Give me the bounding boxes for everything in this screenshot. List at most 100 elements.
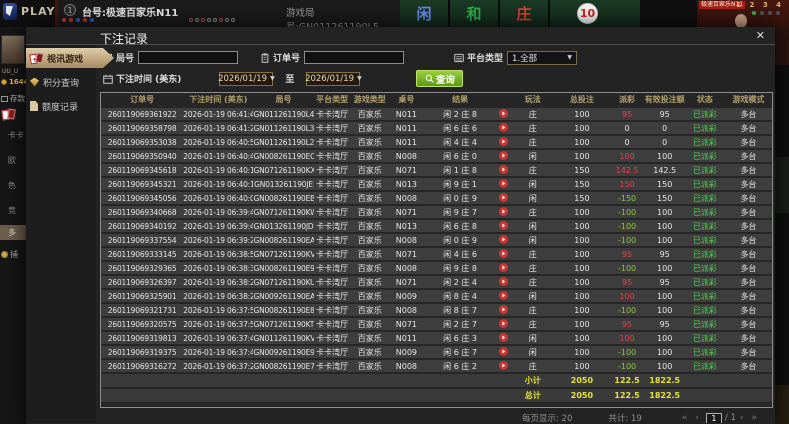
bet-records-table: 订单号 下注时间 (美东) 局号 平台类型 游戏类型 桌号 结果 玩法 总投注 派彩 有效投注额 状态… <box>100 92 773 408</box>
cell-time: 2026-01-19 06:40:10 <box>183 179 254 189</box>
gem-icon <box>30 77 39 87</box>
play-video-icon[interactable] <box>499 360 509 370</box>
close-icon[interactable]: ✕ <box>756 29 765 42</box>
cell-round: GN011261190L4 <box>253 109 314 119</box>
page-number-input[interactable]: 1 <box>705 412 722 423</box>
cell-status: 已派彩 <box>692 263 717 273</box>
cell-game: 百家乐 <box>357 361 382 371</box>
play-video-icon[interactable] <box>499 136 509 146</box>
cell-play <box>496 332 511 344</box>
cell-valid: 1822.5 <box>649 391 681 400</box>
cell-valid: 100 <box>657 151 673 161</box>
cell-payout: 0 <box>624 123 630 133</box>
cell-payout: 95 <box>621 277 633 287</box>
last-page-button[interactable]: » <box>751 413 757 423</box>
play-video-icon[interactable] <box>499 234 509 244</box>
cell-status: 已派彩 <box>692 319 717 329</box>
cell-valid: 100 <box>657 291 673 301</box>
user-avatar[interactable] <box>1 35 25 64</box>
cell-status: 已派彩 <box>692 347 717 357</box>
cell-total: 100 <box>574 263 590 273</box>
play-video-icon[interactable] <box>499 164 509 174</box>
cell-round: GN008261190E9 <box>253 263 314 273</box>
lobby-menu-sports[interactable]: 竞 <box>8 205 16 216</box>
deposit-button[interactable]: 存款 <box>1 93 25 104</box>
cell-mode: 多台 <box>740 221 757 231</box>
header-round: 局号 <box>275 95 292 104</box>
lobby-menu-kaka[interactable]: 卡卡 <box>8 130 24 141</box>
search-button[interactable]: 查询 <box>416 70 464 87</box>
playace-logo-icon <box>3 3 17 20</box>
table-row: 260119069353038 2026-01-19 06:40:54 GN0112… <box>101 136 772 148</box>
dealer-avatar <box>735 14 747 28</box>
table-header: 订单号 下注时间 (美东) 局号 平台类型 游戏类型 桌号 结果 玩法 总投注 派彩 有效投注额 状态… <box>101 93 772 106</box>
cell-result: 闲 1 庄 8 <box>443 165 477 175</box>
date-from-select[interactable]: 2026/01/19 ▼ <box>218 71 275 86</box>
sidebar-item-quota-records[interactable]: 额度记录 <box>26 96 96 116</box>
cell-status: 已派彩 <box>692 179 717 189</box>
cards-icon <box>30 52 43 65</box>
date-to-select[interactable]: 2026/01/19 ▼ <box>305 71 362 86</box>
cell-result: 闲 6 庄 8 <box>443 221 477 231</box>
play-video-icon[interactable] <box>499 290 509 300</box>
cell-total: 100 <box>574 109 590 119</box>
cell-result: 闲 9 庄 7 <box>443 207 477 217</box>
cell-result: 闲 2 庄 4 <box>443 277 477 287</box>
play-video-icon[interactable] <box>499 122 509 132</box>
play-video-icon[interactable] <box>499 304 509 314</box>
next-page-button[interactable]: › <box>740 413 744 423</box>
play-video-icon[interactable] <box>499 108 509 118</box>
cell-order: 260119069353038 <box>107 137 177 147</box>
cell-result: 闲 6 庄 0 <box>443 151 477 161</box>
cell-payout: -100 <box>617 347 637 357</box>
lobby-menu-multi[interactable]: 多 <box>0 225 26 240</box>
search-icon <box>425 74 434 83</box>
play-video-icon[interactable] <box>499 192 509 202</box>
cell-mode: 多台 <box>740 347 757 357</box>
bet-banker-button[interactable]: 庄 <box>500 0 550 27</box>
order-number-input[interactable] <box>304 51 405 64</box>
prev-page-button[interactable]: ‹ <box>695 413 699 423</box>
cell-total: 100 <box>574 361 590 371</box>
platform-type-select[interactable]: 1.全部 ▼ <box>507 50 578 65</box>
cell-payout: 150 <box>619 179 635 189</box>
lobby-menu-fishing[interactable]: 捕 <box>1 249 18 260</box>
play-video-icon[interactable] <box>499 276 509 286</box>
first-page-button[interactable]: « <box>682 413 688 423</box>
play-video-icon[interactable] <box>499 206 509 216</box>
cell-time: 2026-01-19 06:38:23 <box>183 277 254 287</box>
cell-bet_type: 闲 <box>528 151 537 161</box>
play-video-icon[interactable] <box>499 178 509 188</box>
play-video-icon[interactable] <box>499 318 509 328</box>
cell-status: 已派彩 <box>692 333 717 343</box>
play-video-icon[interactable] <box>499 262 509 272</box>
lobby-menu-europe[interactable]: 欧 <box>8 155 16 166</box>
cell-order: 260119069319375 <box>107 347 177 357</box>
play-video-icon[interactable] <box>499 150 509 160</box>
play-video-icon[interactable] <box>499 248 509 258</box>
cell-total: 100 <box>574 277 590 287</box>
cell-total: 2050 <box>570 376 594 385</box>
sidebar-item-video-games[interactable]: 视讯游戏 <box>26 48 114 68</box>
cell-status: 已派彩 <box>692 165 717 175</box>
play-video-icon[interactable] <box>499 332 509 342</box>
cell-platform: 卡卡湾厅 <box>316 109 349 119</box>
cell-play <box>496 150 511 162</box>
cell-total: 100 <box>574 123 590 133</box>
cell-table: N071 <box>395 319 418 329</box>
lobby-menu-dice[interactable]: 色 <box>8 180 16 191</box>
cell-mode: 多台 <box>740 319 757 329</box>
bet-player-button[interactable]: 闲 <box>400 0 450 27</box>
round-number-input[interactable] <box>138 51 239 64</box>
cell-payout: 100 <box>619 333 635 343</box>
cell-total: 100 <box>574 333 590 343</box>
cell-table: N008 <box>395 361 418 371</box>
cell-game: 百家乐 <box>357 235 382 245</box>
play-video-icon[interactable] <box>499 220 509 230</box>
cell-order: 260119069325901 <box>107 291 177 301</box>
sidebar-item-points-query[interactable]: 积分查询 <box>26 72 96 92</box>
play-video-icon[interactable] <box>499 346 509 356</box>
cell-order: 260119069361922 <box>107 109 177 119</box>
bet-tie-button[interactable]: 和 <box>450 0 500 27</box>
header-valid: 有效投注额 <box>644 95 685 104</box>
